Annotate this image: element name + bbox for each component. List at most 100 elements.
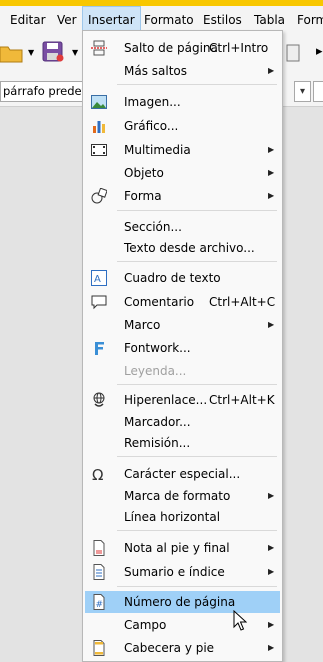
menu-separator: [117, 84, 277, 85]
menu-item-toc[interactable]: Sumario e índice ▶: [85, 561, 280, 583]
svg-text:A: A: [94, 274, 101, 285]
menu-separator: [117, 261, 277, 262]
svg-text:#: #: [96, 600, 104, 610]
menu-item-label: Marco: [124, 318, 161, 332]
menu-item-label: Nota al pie y final: [124, 541, 230, 555]
menu-item-label: Fontwork...: [124, 341, 191, 355]
menu-separator: [117, 530, 277, 531]
menu-item-label: Sección...: [124, 220, 182, 234]
menu-item-label: Salto de página: [124, 41, 218, 55]
menu-item-label: Carácter especial...: [124, 467, 241, 481]
svg-text:Ω: Ω: [92, 466, 103, 482]
hyperlink-icon: [93, 392, 105, 407]
menu-item-label: Leyenda...: [124, 364, 187, 378]
menu-item-label: Línea horizontal: [124, 510, 221, 524]
menu-item-label: Sumario e índice: [124, 565, 225, 579]
page-break-icon: [91, 40, 107, 56]
menu-item-label: Campo: [124, 618, 167, 632]
save-dropdown-icon[interactable]: ▼: [72, 48, 78, 57]
submenu-arrow-icon: ▶: [268, 491, 275, 500]
menu-item-text-from-file[interactable]: Texto desde archivo...: [85, 237, 280, 259]
menu-item-label: Gráfico...: [124, 119, 179, 133]
menu-item-image[interactable]: Imagen...: [85, 91, 280, 113]
menu-ver[interactable]: Ver: [52, 6, 82, 34]
menu-item-label: Remisión...: [124, 436, 191, 450]
menu-item-multimedia[interactable]: Multimedia ▶: [85, 139, 280, 161]
menu-item-label: Hiperenlace...: [124, 393, 208, 407]
mouse-cursor-icon: [233, 610, 247, 631]
menu-item-comment[interactable]: Comentario Ctrl+Alt+C: [85, 291, 280, 313]
menu-item-bookmark[interactable]: Marcador...: [85, 411, 280, 433]
menu-editar[interactable]: Editar: [5, 6, 51, 34]
menu-separator: [117, 586, 277, 587]
menu-item-label: Cabecera y pie: [124, 641, 215, 655]
menu-item-label: Texto desde archivo...: [124, 241, 255, 255]
menu-item-label: Objeto: [124, 166, 164, 180]
comment-icon: [91, 295, 107, 310]
menu-item-section[interactable]: Sección...: [85, 216, 280, 238]
menu-item-caption[interactable]: Leyenda...: [85, 360, 280, 382]
footnote-icon: [93, 540, 105, 556]
submenu-arrow-icon: ▶: [268, 66, 275, 75]
clipboard-icon[interactable]: [286, 42, 302, 64]
menu-item-shortcut: Ctrl+Intro: [209, 41, 269, 55]
submenu-arrow-icon: ▶: [268, 145, 275, 154]
menu-item-header-footer[interactable]: Cabecera y pie ▶: [85, 637, 280, 659]
submenu-arrow-icon: ▶: [268, 567, 275, 576]
menu-item-text-box[interactable]: A Cuadro de texto: [85, 267, 280, 289]
menu-item-chart[interactable]: Gráfico...: [85, 115, 280, 137]
menu-separator: [117, 210, 277, 211]
menu-item-shortcut: Ctrl+Alt+K: [209, 393, 275, 407]
menu-item-label: Forma: [124, 189, 162, 203]
menu-item-shortcut: Ctrl+Alt+C: [209, 295, 276, 309]
menu-item-special-character[interactable]: Ω Carácter especial...: [85, 463, 280, 485]
menu-separator: [117, 456, 277, 457]
menu-formulario[interactable]: Form: [292, 6, 323, 34]
menu-item-label: Más saltos: [124, 64, 188, 78]
submenu-arrow-icon: ▶: [268, 320, 275, 329]
menu-item-page-break[interactable]: Salto de página Ctrl+Intro: [85, 37, 280, 59]
menu-item-more-breaks[interactable]: Más saltos ▶: [85, 60, 280, 82]
paragraph-style-combo[interactable]: párrafo predet: [0, 81, 84, 102]
menu-item-label: Comentario: [124, 295, 195, 309]
menu-item-footnote[interactable]: Nota al pie y final ▶: [85, 537, 280, 559]
save-icon[interactable]: [42, 41, 64, 63]
menu-item-frame[interactable]: Marco ▶: [85, 314, 280, 336]
text-box-icon: A: [91, 270, 107, 286]
page-number-icon: #: [93, 594, 105, 610]
image-icon: [91, 95, 107, 109]
toc-icon: [93, 564, 105, 580]
menu-item-label: Marcador...: [124, 415, 191, 429]
toolbar-more-icon[interactable]: ▸: [316, 44, 323, 59]
insert-menu-dropdown: Salto de página Ctrl+Intro Más saltos ▶ …: [82, 30, 283, 662]
menu-item-hyperlink[interactable]: Hiperenlace... Ctrl+Alt+K: [85, 389, 280, 411]
menu-item-horizontal-line[interactable]: Línea horizontal: [85, 506, 280, 528]
submenu-arrow-icon: ▶: [268, 620, 275, 629]
shape-icon: [91, 188, 107, 204]
chart-icon: [93, 121, 105, 133]
open-folder-icon[interactable]: [0, 42, 26, 64]
submenu-arrow-icon: ▶: [268, 191, 275, 200]
menu-item-label: Cuadro de texto: [124, 271, 221, 285]
menu-item-formatting-mark[interactable]: Marca de formato ▶: [85, 485, 280, 507]
menu-item-label: Marca de formato: [124, 489, 231, 503]
menu-separator: [117, 384, 277, 385]
menu-item-fontwork[interactable]: Fontwork...: [85, 337, 280, 359]
menu-item-field[interactable]: Campo ▶: [85, 614, 280, 636]
header-footer-icon: [93, 640, 105, 656]
menu-item-label: Multimedia: [124, 143, 191, 157]
font-size-dropdown-icon[interactable]: ▾: [294, 81, 311, 102]
submenu-arrow-icon: ▶: [268, 168, 275, 177]
menu-item-shape[interactable]: Forma ▶: [85, 185, 280, 207]
menu-item-label: Imagen...: [124, 95, 181, 109]
menu-item-page-number[interactable]: # Número de página: [85, 591, 280, 613]
submenu-arrow-icon: ▶: [268, 643, 275, 652]
fontwork-icon: [95, 342, 104, 355]
open-dropdown-icon[interactable]: ▼: [28, 48, 34, 57]
menu-item-label: Número de página: [124, 595, 236, 609]
special-character-icon: Ω: [92, 466, 103, 482]
font-name-combo[interactable]: [313, 81, 323, 102]
menu-item-object[interactable]: Objeto ▶: [85, 162, 280, 184]
media-icon: [91, 144, 107, 156]
menu-item-cross-reference[interactable]: Remisión...: [85, 432, 280, 454]
